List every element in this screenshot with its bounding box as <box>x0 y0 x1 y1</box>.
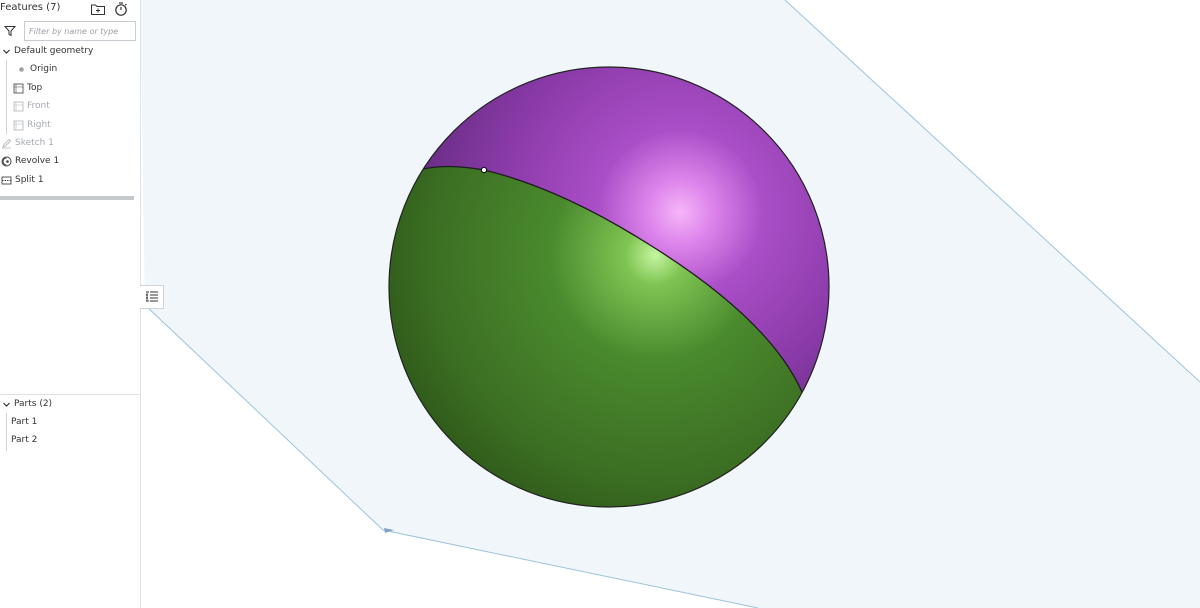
plane-icon <box>13 83 24 93</box>
default-geometry-label: Default geometry <box>14 46 94 56</box>
part-item-2[interactable]: Part 2 <box>11 432 37 448</box>
feature-split-1[interactable]: Split 1 <box>1 172 44 188</box>
feature-panel: Features (7) Default geometry Origin <box>0 0 141 608</box>
feature-split-label: Split 1 <box>15 175 44 185</box>
edge-vertex-point[interactable] <box>480 166 488 174</box>
feature-sketch-label: Sketch 1 <box>15 138 54 148</box>
feature-top-plane[interactable]: Top <box>13 80 42 96</box>
parts-header-label: Parts (2) <box>14 399 53 409</box>
parts-section-divider <box>0 394 140 395</box>
tree-guide-line <box>6 60 7 134</box>
panel-resize-handle[interactable] <box>0 196 134 200</box>
add-folder-icon[interactable] <box>90 1 106 17</box>
part-2-label: Part 2 <box>11 435 38 445</box>
feature-list-toggle-button[interactable] <box>140 285 164 309</box>
feature-revolve-1[interactable]: Revolve 1 <box>1 153 59 169</box>
feature-front-label: Front <box>27 101 50 111</box>
part-item-1[interactable]: Part 1 <box>11 414 37 430</box>
filter-row <box>2 21 138 43</box>
split-icon <box>1 176 12 184</box>
revolve-icon <box>1 156 12 166</box>
plane-icon <box>13 120 24 130</box>
sketch-pencil-icon <box>2 138 12 148</box>
features-header: Features (7) <box>0 2 61 13</box>
feature-origin[interactable]: Origin <box>16 61 57 77</box>
feature-sketch-1[interactable]: Sketch 1 <box>1 135 54 151</box>
parts-group[interactable]: Parts (2) <box>2 396 52 412</box>
list-icon <box>145 291 158 302</box>
filter-input[interactable] <box>24 21 136 41</box>
feature-revolve-label: Revolve 1 <box>15 156 60 166</box>
feature-top-label: Top <box>27 83 43 93</box>
rollback-timer-icon[interactable] <box>113 1 129 17</box>
filter-icon[interactable] <box>4 25 16 37</box>
3d-viewport[interactable] <box>0 0 1200 608</box>
feature-right-plane[interactable]: Right <box>13 117 51 133</box>
default-geometry-group[interactable]: Default geometry <box>2 43 93 59</box>
tree-guide-line <box>6 413 7 451</box>
feature-front-plane[interactable]: Front <box>13 98 50 114</box>
chevron-down-icon[interactable] <box>2 47 11 56</box>
part-1-label: Part 1 <box>11 417 38 427</box>
plane-icon <box>13 101 24 111</box>
feature-origin-label: Origin <box>30 64 58 74</box>
feature-right-label: Right <box>27 120 51 130</box>
origin-icon <box>19 66 24 72</box>
chevron-down-icon[interactable] <box>2 400 11 409</box>
